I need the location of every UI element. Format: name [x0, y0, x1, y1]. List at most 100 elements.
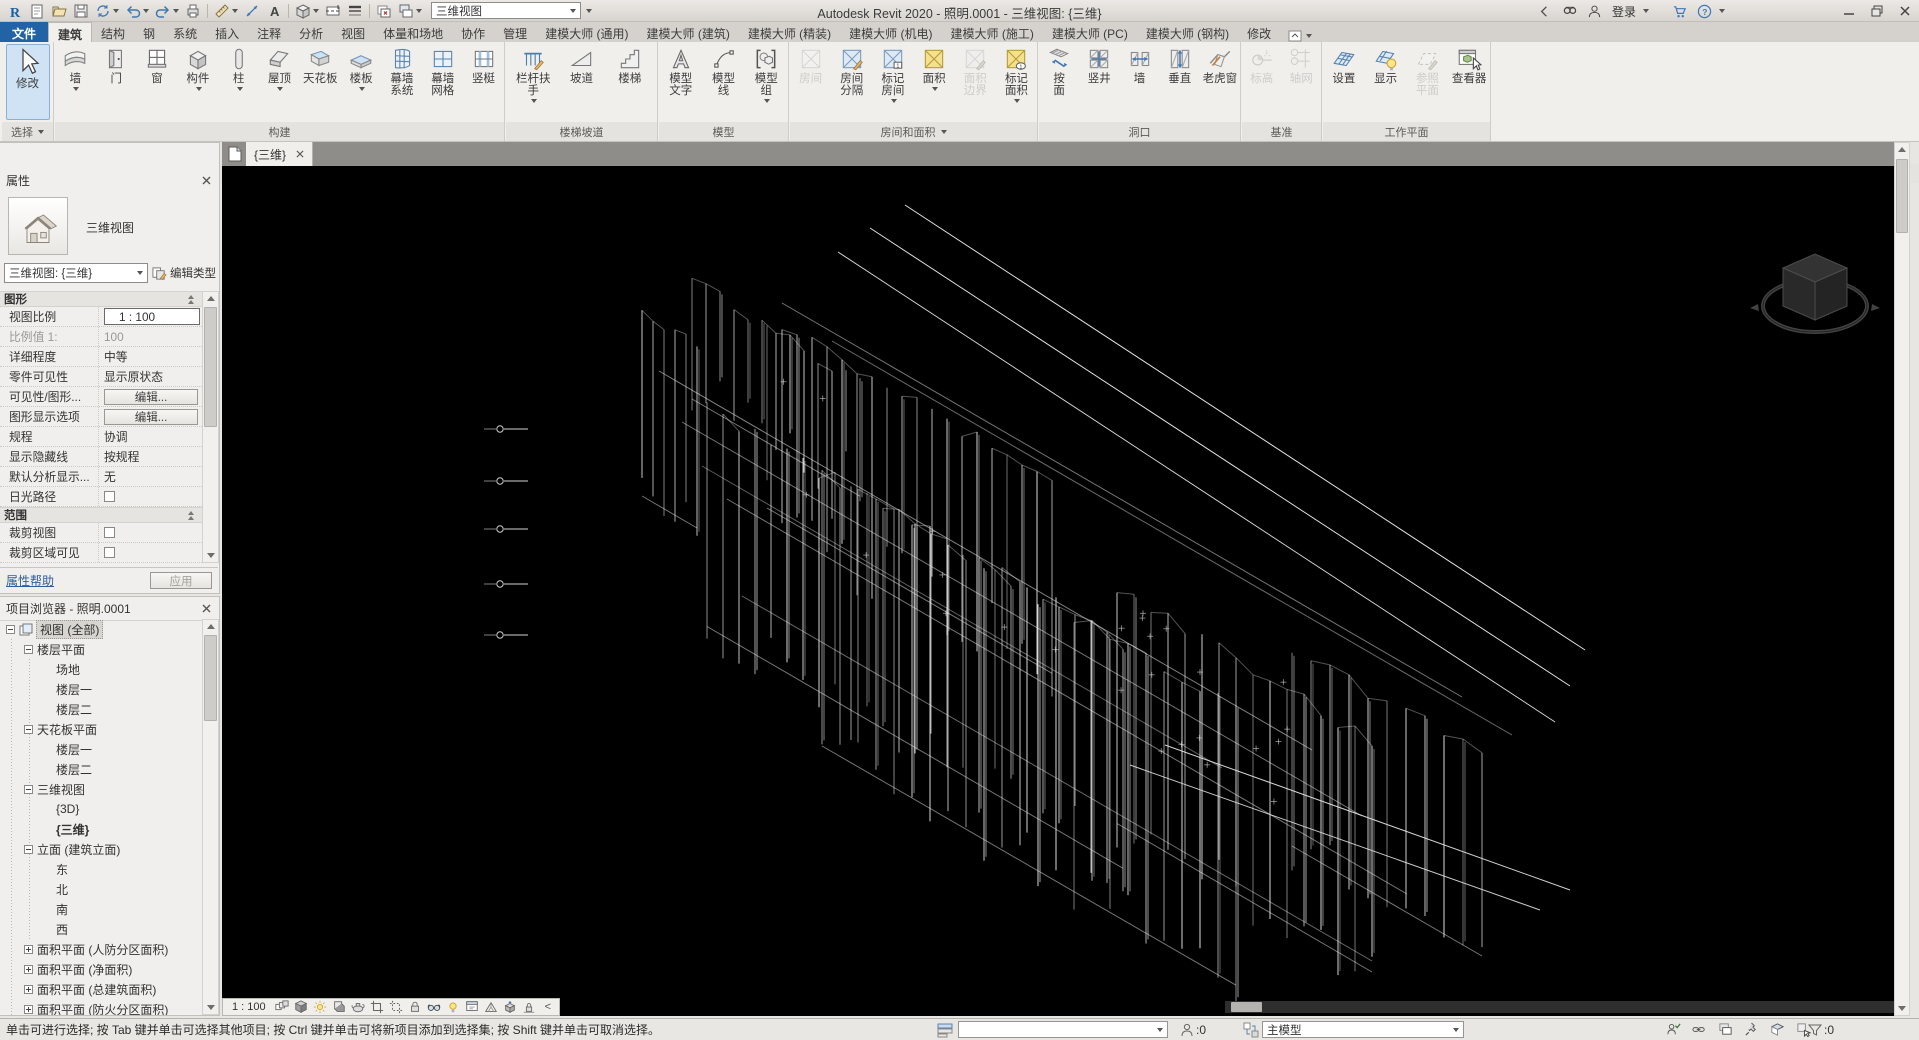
tab-视图[interactable]: 视图	[332, 22, 374, 42]
tab-建模大师 (钢构)[interactable]: 建模大师 (钢构)	[1137, 22, 1238, 42]
view-scale[interactable]: 1 : 100	[227, 1001, 271, 1013]
tree-item[interactable]: 面积平面 (人防分区面积)	[0, 939, 202, 959]
tree-item[interactable]: 楼层二	[0, 699, 202, 719]
button-标记面积[interactable]: 1 标记 面积	[996, 44, 1037, 103]
button-老虎窗[interactable]: 老虎窗	[1200, 44, 1240, 85]
button-竖梃[interactable]: 竖梃	[463, 44, 504, 85]
button-屋顶[interactable]: 屋顶	[259, 44, 300, 91]
tree-item[interactable]: 天花板平面	[0, 719, 202, 739]
sun-path-icon[interactable]	[312, 1000, 329, 1015]
button-楼板[interactable]: 楼板	[341, 44, 382, 91]
tree-item[interactable]: 视图 (全部)	[0, 619, 202, 639]
button-构件[interactable]: 构件	[177, 44, 218, 91]
tab-体量和场地[interactable]: 体量和场地	[374, 22, 452, 42]
panel-label-洞口[interactable]: 洞口	[1039, 122, 1240, 141]
tab-修改[interactable]: 修改	[1238, 22, 1280, 42]
expand-icon[interactable]	[24, 944, 33, 954]
panel-label-楼梯坡道[interactable]: 楼梯坡道	[506, 122, 657, 141]
cart-icon[interactable]	[1672, 4, 1687, 19]
panel-label-工作平面[interactable]: 工作平面	[1323, 122, 1490, 141]
default-3d-view-icon[interactable]	[293, 2, 321, 20]
tab-注释[interactable]: 注释	[248, 22, 290, 42]
horizontal-scrollbar[interactable]	[1225, 1001, 1894, 1013]
button-门[interactable]: 门	[96, 44, 137, 85]
tab-结构[interactable]: 结构	[92, 22, 134, 42]
pin-select-icon[interactable]	[1742, 1021, 1760, 1039]
expand-icon[interactable]	[24, 964, 33, 974]
close-icon[interactable]	[1891, 1, 1919, 21]
group-header-图形[interactable]: 图形	[0, 291, 202, 307]
button-标记房间[interactable]: 1 标记 房间	[872, 44, 913, 103]
button-垂直[interactable]: 垂直	[1160, 44, 1200, 85]
save-icon[interactable]	[71, 2, 91, 20]
tab-建模大师 (建筑)[interactable]: 建模大师 (建筑)	[638, 22, 739, 42]
tab-分析[interactable]: 分析	[290, 22, 332, 42]
button-按面[interactable]: 按 面	[1039, 44, 1079, 97]
tree-item[interactable]: 楼层一	[0, 679, 202, 699]
vcb-expand[interactable]: <	[541, 1001, 555, 1013]
print-icon[interactable]	[183, 2, 203, 20]
type-selector[interactable]: 三维视图: {三维}	[4, 263, 148, 283]
reveal-hidden-icon[interactable]	[445, 1000, 462, 1015]
tree-item[interactable]: 东	[0, 859, 202, 879]
redo-icon[interactable]	[153, 2, 181, 20]
edit-button[interactable]: 编辑...	[104, 408, 198, 425]
tab-文件[interactable]: 文件	[0, 22, 49, 42]
button-幕墙系统[interactable]: 幕墙 系统	[382, 44, 423, 97]
link-select-icon[interactable]	[1690, 1021, 1708, 1039]
lock-view-icon[interactable]	[407, 1000, 424, 1015]
tab-管理[interactable]: 管理	[494, 22, 536, 42]
render-dialog-icon[interactable]	[350, 1000, 367, 1015]
crop-view-icon[interactable]	[369, 1000, 386, 1015]
tree-item[interactable]: 立面 (建筑立面)	[0, 839, 202, 859]
qat-customize-button[interactable]	[582, 2, 594, 20]
collapse-left-icon[interactable]	[1537, 4, 1552, 19]
group-header-范围[interactable]: 范围	[0, 507, 202, 523]
editable-only-icon[interactable]	[1664, 1021, 1682, 1039]
switch-windows-icon[interactable]	[396, 2, 424, 20]
edit-button[interactable]: 编辑...	[104, 388, 198, 405]
button-房间分隔[interactable]: 房间 分隔	[831, 44, 872, 97]
aligned-dimension-icon[interactable]	[242, 2, 262, 20]
collapse-icon[interactable]	[24, 844, 33, 854]
shadows-icon[interactable]	[331, 1000, 348, 1015]
browser-scrollbar[interactable]	[202, 619, 219, 1015]
tree-item[interactable]: {三维}	[0, 819, 202, 839]
button-天花板[interactable]: 天花板	[300, 44, 341, 85]
button-修改[interactable]: 修改	[5, 44, 50, 120]
tab-建模大师 (通用)[interactable]: 建模大师 (通用)	[536, 22, 637, 42]
button-窗[interactable]: 窗	[137, 44, 178, 85]
button-查看器[interactable]: 查看器	[1448, 44, 1490, 85]
open-icon[interactable]	[49, 2, 69, 20]
properties-help-link[interactable]: 属性帮助	[6, 572, 54, 589]
face-select-icon[interactable]	[1768, 1021, 1786, 1039]
section-icon[interactable]	[323, 2, 343, 20]
underlay-select-icon[interactable]	[1716, 1021, 1734, 1039]
close-inactive-windows-icon[interactable]	[374, 2, 394, 20]
worksets-icon[interactable]	[936, 1021, 954, 1039]
tree-item[interactable]: 场地	[0, 659, 202, 679]
selection-filter-icon[interactable]	[1806, 1021, 1824, 1039]
tree-item[interactable]: 南	[0, 899, 202, 919]
type-preview[interactable]	[8, 197, 68, 255]
button-柱[interactable]: 柱	[218, 44, 259, 91]
tree-item[interactable]: {3D}	[0, 799, 202, 819]
tab-建模大师 (施工)[interactable]: 建模大师 (施工)	[942, 22, 1043, 42]
panel-label-构建[interactable]: 构建	[55, 122, 504, 141]
undo-icon[interactable]	[123, 2, 151, 20]
user-icon[interactable]	[1587, 4, 1602, 19]
panel-label-模型[interactable]: 模型	[659, 122, 788, 141]
visual-style-icon[interactable]	[293, 1000, 310, 1015]
search-icon[interactable]	[1562, 4, 1577, 19]
button-栏杆扶手[interactable]: 栏杆扶手	[512, 44, 554, 103]
tab-插入[interactable]: 插入	[206, 22, 248, 42]
button-面积[interactable]: 面积	[914, 44, 955, 91]
button-竖井[interactable]: 竖井	[1079, 44, 1119, 85]
expand-icon[interactable]	[24, 984, 33, 994]
tab-建模大师 (精装)[interactable]: 建模大师 (精装)	[739, 22, 840, 42]
panel-label-房间和面积[interactable]: 房间和面积	[790, 122, 1037, 141]
displacement-set-icon[interactable]	[502, 1000, 519, 1015]
temp-view-properties-icon[interactable]	[464, 1000, 481, 1015]
collapse-icon[interactable]	[24, 724, 33, 734]
constraints-icon[interactable]	[521, 1000, 538, 1015]
